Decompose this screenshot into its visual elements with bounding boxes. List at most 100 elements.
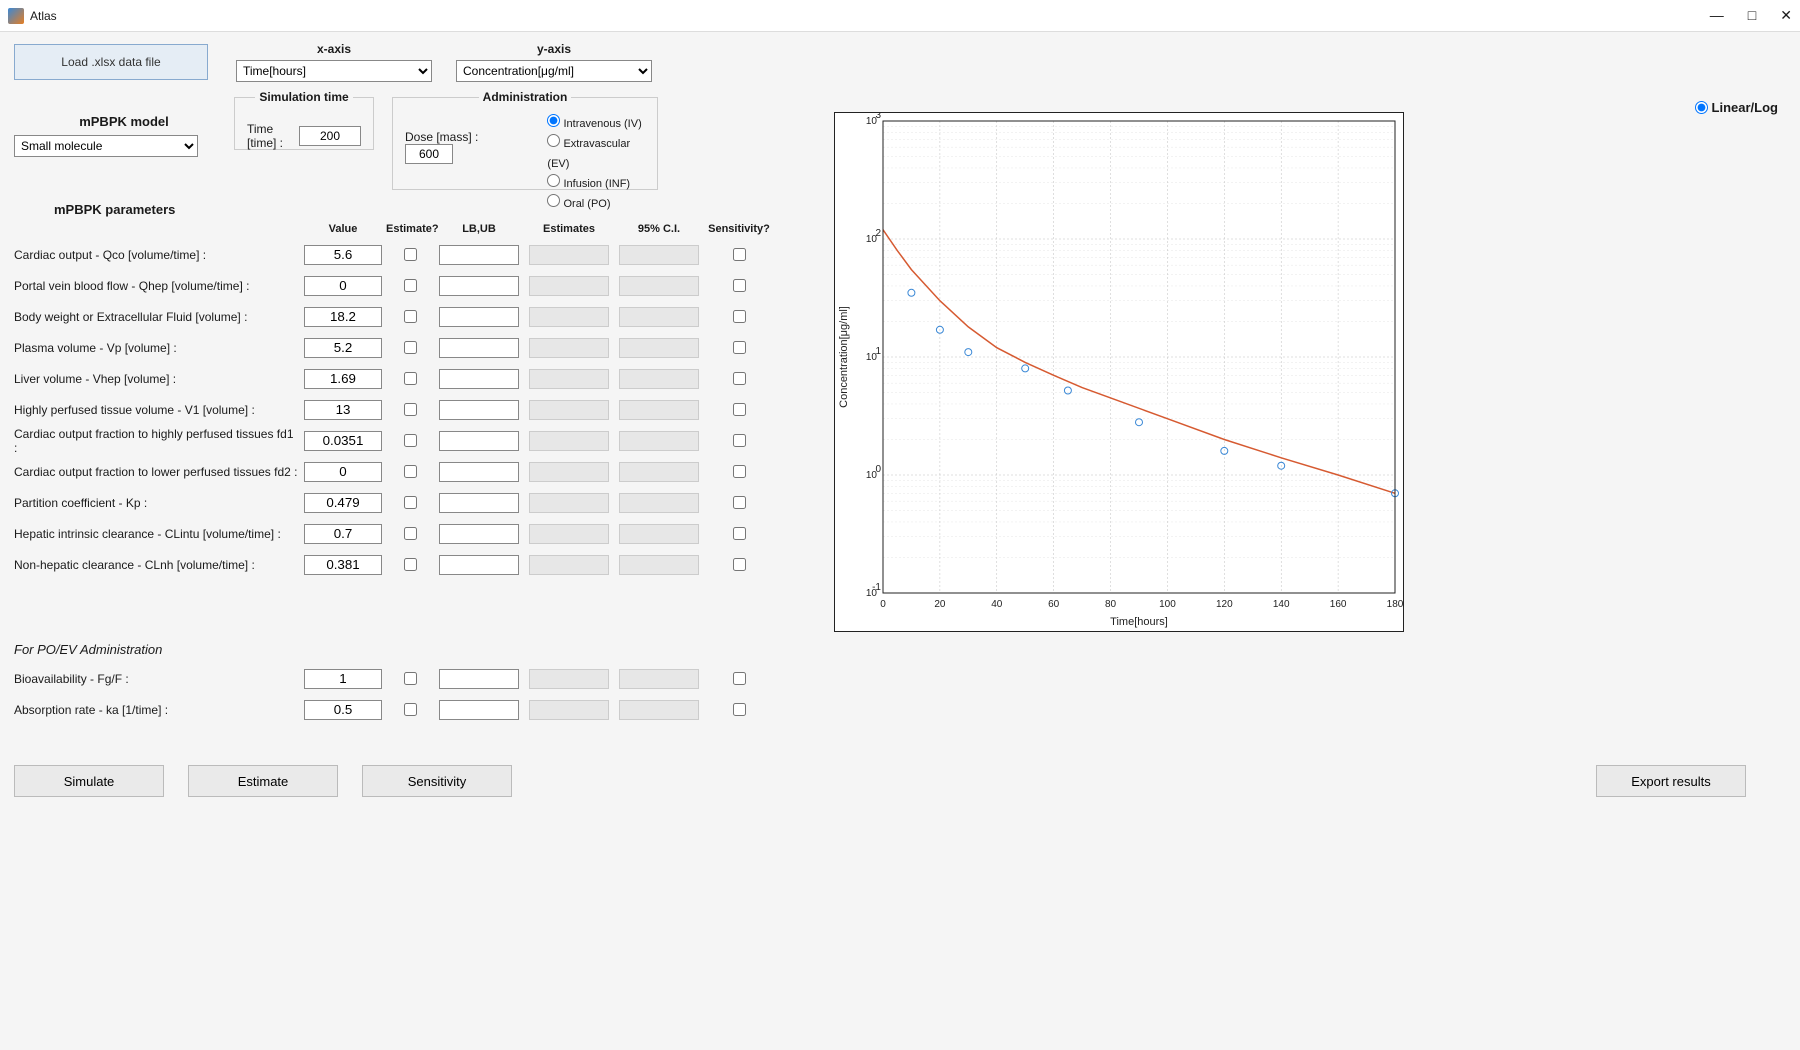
param-value-input[interactable] (304, 524, 382, 544)
radio-po[interactable]: Oral (PO) (547, 194, 645, 214)
lbub-input[interactable] (439, 338, 519, 358)
sensitivity-checkbox[interactable] (733, 434, 746, 447)
sensitivity-checkbox[interactable] (733, 341, 746, 354)
estimate-checkbox[interactable] (404, 341, 417, 354)
sensitivity-checkbox[interactable] (733, 465, 746, 478)
svg-text:1: 1 (875, 346, 881, 357)
lbub-input[interactable] (439, 400, 519, 420)
param-value-input[interactable] (304, 307, 382, 327)
lbub-input[interactable] (439, 669, 519, 689)
ci-output (619, 307, 699, 327)
param-label: Absorption rate - ka [1/time] : (14, 703, 300, 717)
lbub-input[interactable] (439, 524, 519, 544)
x-axis-label: x-axis (236, 42, 432, 56)
sensitivity-checkbox[interactable] (733, 279, 746, 292)
estimate-checkbox[interactable] (404, 403, 417, 416)
param-row: Highly perfused tissue volume - V1 [volu… (14, 394, 814, 425)
param-value-input[interactable] (304, 369, 382, 389)
model-select[interactable]: Small molecule (14, 135, 198, 157)
poev-title: For PO/EV Administration (14, 642, 814, 657)
svg-text:120: 120 (1216, 599, 1233, 610)
lbub-input[interactable] (439, 700, 519, 720)
estimate-checkbox[interactable] (404, 496, 417, 509)
svg-text:60: 60 (1048, 599, 1060, 610)
estimate-checkbox[interactable] (404, 558, 417, 571)
time-input[interactable] (299, 126, 361, 146)
lbub-input[interactable] (439, 431, 519, 451)
sensitivity-checkbox[interactable] (733, 310, 746, 323)
titlebar: Atlas — □ ✕ (0, 0, 1800, 32)
dose-input[interactable] (405, 144, 453, 164)
param-value-input[interactable] (304, 700, 382, 720)
sensitivity-checkbox[interactable] (733, 672, 746, 685)
estimate-checkbox[interactable] (404, 279, 417, 292)
sensitivity-checkbox[interactable] (733, 558, 746, 571)
sensitivity-checkbox[interactable] (733, 372, 746, 385)
param-label: Bioavailability - Fg/F : (14, 672, 300, 686)
estimate-checkbox[interactable] (404, 248, 417, 261)
param-value-input[interactable] (304, 462, 382, 482)
time-label: Time [time] : (247, 122, 293, 150)
param-row: Absorption rate - ka [1/time] : (14, 694, 814, 725)
lbub-input[interactable] (439, 462, 519, 482)
param-value-input[interactable] (304, 555, 382, 575)
close-icon[interactable]: ✕ (1780, 7, 1792, 24)
estimate-checkbox[interactable] (404, 434, 417, 447)
simulate-button[interactable]: Simulate (14, 765, 164, 797)
param-row: Bioavailability - Fg/F : (14, 663, 814, 694)
param-row: Body weight or Extracellular Fluid [volu… (14, 301, 814, 332)
svg-text:0: 0 (875, 464, 881, 475)
ci-output (619, 462, 699, 482)
estimate-checkbox[interactable] (404, 527, 417, 540)
chart-area: Linear/Log 10-11001011021030204060801001… (834, 112, 1786, 635)
sensitivity-checkbox[interactable] (733, 248, 746, 261)
svg-text:80: 80 (1105, 599, 1117, 610)
y-axis-select[interactable]: Concentration[μg/ml] (456, 60, 652, 82)
svg-text:0: 0 (880, 599, 886, 610)
y-axis-label: y-axis (456, 42, 652, 56)
estimate-checkbox[interactable] (404, 310, 417, 323)
estimate-checkbox[interactable] (404, 465, 417, 478)
sensitivity-button[interactable]: Sensitivity (362, 765, 512, 797)
param-label: Plasma volume - Vp [volume] : (14, 341, 300, 355)
param-value-input[interactable] (304, 276, 382, 296)
estimates-output (529, 431, 609, 451)
estimate-button[interactable]: Estimate (188, 765, 338, 797)
lbub-input[interactable] (439, 493, 519, 513)
radio-ev[interactable]: Extravascular (EV) (547, 134, 645, 174)
estimate-checkbox[interactable] (404, 372, 417, 385)
estimates-output (529, 555, 609, 575)
radio-iv[interactable]: Intravenous (IV) (547, 114, 645, 134)
param-value-input[interactable] (304, 431, 382, 451)
estimate-checkbox[interactable] (404, 703, 417, 716)
x-axis-select[interactable]: Time[hours] (236, 60, 432, 82)
lbub-input[interactable] (439, 555, 519, 575)
sensitivity-checkbox[interactable] (733, 403, 746, 416)
svg-text:40: 40 (991, 599, 1003, 610)
lbub-input[interactable] (439, 307, 519, 327)
sensitivity-checkbox[interactable] (733, 527, 746, 540)
param-value-input[interactable] (304, 669, 382, 689)
lbub-input[interactable] (439, 276, 519, 296)
param-row: Cardiac output fraction to lower perfuse… (14, 456, 814, 487)
lbub-input[interactable] (439, 369, 519, 389)
export-results-button[interactable]: Export results (1596, 765, 1746, 797)
minimize-icon[interactable]: — (1710, 7, 1724, 24)
load-data-button[interactable]: Load .xlsx data file (14, 44, 208, 80)
param-value-input[interactable] (304, 245, 382, 265)
linear-log-toggle[interactable] (1695, 101, 1708, 114)
svg-text:160: 160 (1330, 599, 1347, 610)
sensitivity-checkbox[interactable] (733, 703, 746, 716)
sensitivity-checkbox[interactable] (733, 496, 746, 509)
param-value-input[interactable] (304, 400, 382, 420)
param-value-input[interactable] (304, 338, 382, 358)
param-label: Portal vein blood flow - Qhep [volume/ti… (14, 279, 300, 293)
estimates-output (529, 276, 609, 296)
radio-inf[interactable]: Infusion (INF) (547, 174, 645, 194)
param-label: Cardiac output fraction to highly perfus… (14, 427, 300, 455)
estimate-checkbox[interactable] (404, 672, 417, 685)
svg-text:2: 2 (875, 228, 881, 239)
lbub-input[interactable] (439, 245, 519, 265)
param-value-input[interactable] (304, 493, 382, 513)
maximize-icon[interactable]: □ (1748, 7, 1756, 24)
